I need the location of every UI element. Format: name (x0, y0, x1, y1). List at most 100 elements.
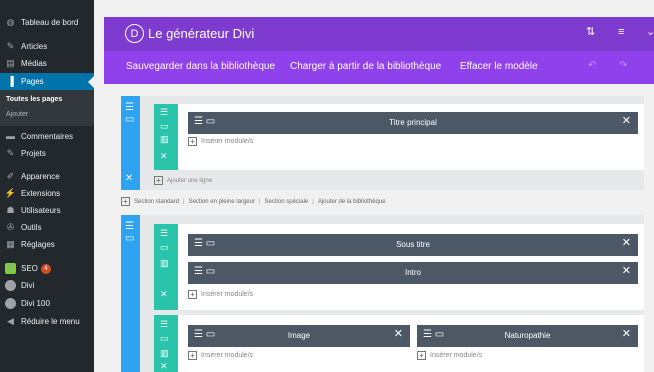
row-columns-icon[interactable]: ▥ (160, 135, 169, 144)
row-container: ☰ ▭ ▥ ✕ ☰ ▭ Sous titre ✕ ☰ ▭ Intro ✕ + I… (154, 224, 644, 310)
add-from-library-link[interactable]: Ajouter de la bibliothèque (318, 199, 386, 205)
row-columns-icon[interactable]: ▥ (160, 259, 169, 268)
insert-module-link[interactable]: + Insérer module/s (188, 351, 253, 360)
load-from-library-button[interactable]: Charger à partir de la bibliothèque (290, 61, 441, 72)
row-columns-icon[interactable]: ▥ (160, 349, 169, 358)
section-settings-icon[interactable]: ▭ (125, 234, 134, 244)
row-settings-icon[interactable]: ▭ (160, 334, 169, 343)
section-settings-icon[interactable]: ▭ (125, 115, 134, 125)
sidebar-item-seo[interactable]: Y SEO 4 (0, 260, 94, 277)
settings-icon: ▦ (6, 239, 15, 249)
module-title: Naturopathie (504, 331, 551, 340)
module-delete-icon[interactable]: ✕ (622, 266, 631, 277)
insert-module-link[interactable]: + Insérer module/s (188, 290, 253, 299)
insert-module-label: Insérer module/s (430, 352, 483, 359)
sidebar-item-label: Divi (21, 281, 35, 290)
insert-module-label: Insérer module/s (201, 291, 254, 298)
module-naturopathie[interactable]: ☰ ▭ Naturopathie ✕ (417, 325, 638, 347)
sidebar-item-label: Outils (21, 223, 42, 232)
insert-module-link[interactable]: + Insérer module/s (417, 351, 482, 360)
row-move-icon[interactable]: ☰ (160, 320, 168, 329)
sidebar-item-label: Utilisateurs (21, 206, 61, 215)
dashboard-icon: ◍ (6, 17, 15, 27)
admin-sidebar: ◍ Tableau de bord ✎ Articles ▤ Médias ▐ … (0, 0, 94, 372)
sidebar-item-comments[interactable]: ▬ Commentaires (0, 128, 94, 145)
module-titre-principal[interactable]: ☰ ▭ Titre principal ✕ (188, 112, 638, 134)
insert-module-label: Insérer module/s (201, 138, 254, 145)
section-move-icon[interactable]: ☰ (125, 103, 134, 113)
sidebar-item-divi[interactable]: D Divi (0, 277, 94, 294)
sidebar-item-label: Réduire le menu (21, 317, 80, 326)
sidebar-item-collapse[interactable]: ◀ Réduire le menu (0, 313, 94, 330)
module-image[interactable]: ☰ ▭ Image ✕ (188, 325, 410, 347)
notification-badge: 4 (40, 263, 51, 274)
sidebar-item-label: Tableau de bord (21, 18, 79, 27)
module-title: Titre principal (389, 118, 437, 127)
module-intro[interactable]: ☰ ▭ Intro ✕ (188, 262, 638, 284)
module-sous-titre[interactable]: ☰ ▭ Sous titre ✕ (188, 234, 638, 256)
module-delete-icon[interactable]: ✕ (394, 329, 403, 340)
submenu-add[interactable]: Ajouter (6, 111, 28, 118)
wrench-icon: ✇ (6, 222, 15, 232)
brush-icon: ✐ (6, 171, 15, 181)
sidebar-item-label: Articles (21, 42, 48, 51)
pin-icon: ✎ (6, 148, 15, 158)
row-handle[interactable]: ☰ ▭ ▥ ✕ (154, 224, 178, 310)
module-delete-icon[interactable]: ✕ (622, 238, 631, 249)
row-delete-icon[interactable]: ✕ (160, 290, 168, 299)
clear-layout-button[interactable]: Effacer le modèle (460, 61, 538, 72)
divi-icon: D (5, 280, 16, 291)
separator: | (258, 198, 261, 205)
row-delete-icon[interactable]: ✕ (160, 152, 168, 161)
chevron-down-icon[interactable]: ⌄ (646, 27, 654, 38)
sidebar-item-extensions[interactable]: ⚡ Extensions (0, 185, 94, 202)
module-delete-icon[interactable]: ✕ (622, 329, 631, 340)
sidebar-item-label: Apparence (21, 172, 60, 181)
history-icon[interactable]: ⋮ (650, 60, 654, 71)
insert-module-link[interactable]: + Insérer module/s (188, 137, 253, 146)
undo-icon[interactable]: ↶ (588, 60, 596, 71)
comments-icon: ▬ (6, 131, 15, 141)
active-indicator (88, 76, 94, 88)
section-handle[interactable]: ☰ ▭ ✕ (121, 96, 140, 190)
sidebar-item-label: Projets (21, 149, 46, 158)
row-settings-icon[interactable]: ▭ (160, 122, 169, 131)
special-section-link[interactable]: Section spéciale (265, 199, 309, 205)
sidebar-item-users[interactable]: ☗ Utilisateurs (0, 202, 94, 219)
sidebar-item-settings[interactable]: ▦ Réglages (0, 236, 94, 253)
standard-section-link[interactable]: Section standard (134, 199, 179, 205)
submenu-all-pages[interactable]: Toutes les pages (6, 96, 62, 103)
sidebar-item-projects[interactable]: ✎ Projets (0, 145, 94, 162)
sidebar-item-medias[interactable]: ▤ Médias (0, 55, 94, 72)
pages-icon: ▐ (7, 76, 14, 86)
add-row-link[interactable]: + Ajouter une ligne (154, 176, 212, 185)
page-root: ◍ Tableau de bord ✎ Articles ▤ Médias ▐ … (0, 0, 654, 372)
fullwidth-section-link[interactable]: Section en pleine largeur (189, 199, 255, 205)
sort-icon[interactable]: ⇅ (586, 27, 595, 38)
module-delete-icon[interactable]: ✕ (622, 116, 631, 127)
section-move-icon[interactable]: ☰ (125, 222, 134, 232)
sidebar-item-divi-100[interactable]: D Divi 100 (0, 295, 94, 312)
redo-icon[interactable]: ↷ (619, 60, 627, 71)
row-delete-icon[interactable]: ✕ (160, 362, 168, 371)
divi-icon: D (5, 298, 16, 309)
module-title: Image (287, 331, 311, 340)
insert-module-label: Insérer module/s (201, 352, 254, 359)
row-handle[interactable]: ☰ ▭ ▥ ✕ (154, 315, 178, 372)
row-settings-icon[interactable]: ▭ (160, 243, 169, 252)
sidebar-item-articles[interactable]: ✎ Articles (0, 38, 94, 55)
menu-icon[interactable]: ≡ (618, 27, 624, 38)
sidebar-item-dashboard[interactable]: ◍ Tableau de bord (0, 14, 94, 31)
section-handle[interactable]: ☰ ▭ (121, 215, 140, 372)
sidebar-item-appearance[interactable]: ✐ Apparence (0, 168, 94, 185)
media-icon: ▤ (6, 58, 15, 68)
row-move-icon[interactable]: ☰ (160, 108, 168, 117)
row-handle[interactable]: ☰ ▭ ▥ ✕ (154, 104, 178, 170)
sidebar-item-pages[interactable]: ▐ Pages (0, 73, 94, 90)
row-move-icon[interactable]: ☰ (160, 229, 168, 238)
sidebar-item-label: SEO (21, 264, 38, 273)
save-to-library-button[interactable]: Sauvegarder dans la bibliothèque (126, 61, 275, 72)
plus-icon: + (188, 290, 197, 299)
sidebar-item-tools[interactable]: ✇ Outils (0, 219, 94, 236)
section-delete-icon[interactable]: ✕ (125, 174, 133, 184)
